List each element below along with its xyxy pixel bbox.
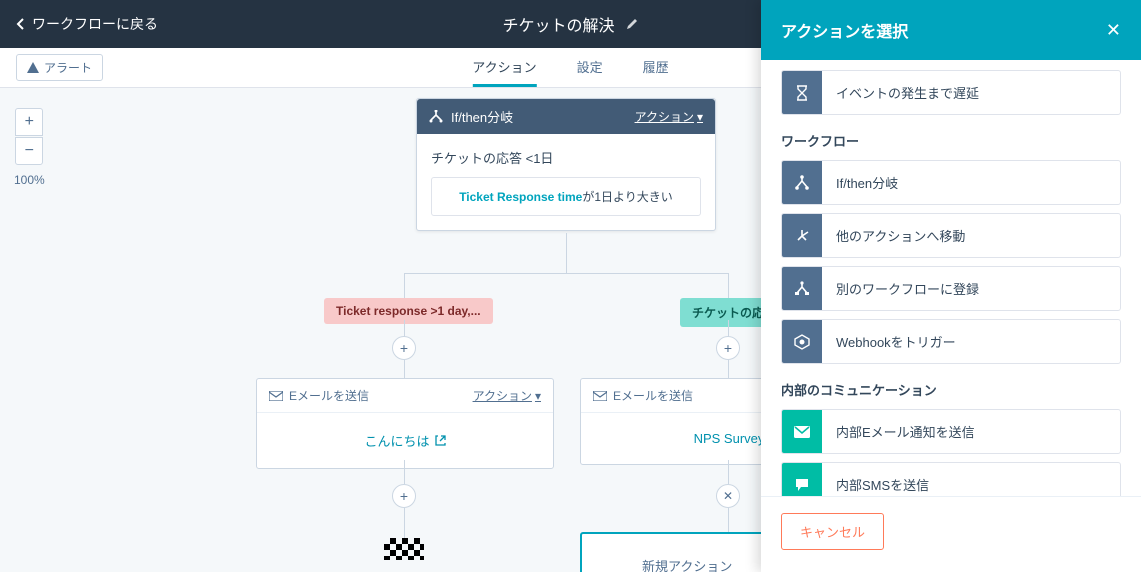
action-picker-panel: アクションを選択 ✕ イベントの発生まで遅延 ワークフロー If/then分岐 … [761,0,1141,572]
caret-down-icon: ▾ [535,389,541,403]
panel-footer: キャンセル [761,496,1141,572]
panel-title: アクションを選択 [781,18,908,42]
branch-icon [429,110,443,124]
branch-node-body: チケットの応答 <1日 Ticket Response timeが1日より大きい [417,134,715,230]
mail-icon [593,391,607,401]
branch-label-left[interactable]: Ticket response >1 day,... [324,298,493,324]
action-label: 内部SMSを送信 [822,463,943,496]
email-body-text: こんにちは [364,431,429,450]
action-label: イベントの発生まで遅延 [822,71,993,114]
branch-node-header: If/then分岐 アクション ▾ [417,99,715,134]
branch-node[interactable]: If/then分岐 アクション ▾ チケットの応答 <1日 Ticket Res… [416,98,716,231]
connector-line [728,273,729,298]
action-option-enroll[interactable]: 別のワークフローに登録 [781,266,1121,311]
panel-header: アクションを選択 ✕ [761,0,1141,60]
webhook-icon [782,320,822,363]
connector-line [404,460,405,484]
action-option-goto[interactable]: 他のアクションへ移動 [781,213,1121,258]
tab-history[interactable]: 履歴 [643,48,669,87]
close-icon[interactable]: ✕ [1106,20,1121,41]
section-title-workflow: ワークフロー [781,131,1121,150]
action-label: Webhookをトリガー [822,320,970,363]
add-action-button[interactable]: + [392,484,416,508]
email-body-text: NPS Survey [694,431,765,446]
caret-down-icon: ▾ [697,110,703,124]
action-label: If/then分岐 [822,161,912,204]
page-title-text: チケットの解決 [502,12,614,36]
external-link-icon [435,435,446,446]
condition-suffix: が1日より大きい [582,190,672,204]
mail-icon [782,410,822,453]
action-label: 内部Eメール通知を送信 [822,410,989,453]
branch-action-label: アクション [635,108,694,125]
action-option-branch[interactable]: If/then分岐 [781,160,1121,205]
connector-line [404,360,405,378]
back-link[interactable]: ワークフローに戻る [16,14,158,34]
email-action-label: アクション [473,387,532,404]
alert-label: アラート [44,59,92,76]
branch-action-menu[interactable]: アクション ▾ [635,108,703,125]
action-label: 他のアクションへ移動 [822,214,979,257]
jump-icon [782,214,822,257]
hourglass-icon [782,71,822,114]
connector-line [728,508,729,532]
tab-settings[interactable]: 設定 [577,48,603,87]
branch-type-label: If/then分岐 [451,107,513,126]
chat-icon [782,463,822,496]
cancel-button[interactable]: キャンセル [781,513,884,550]
mail-icon [269,391,283,401]
new-action-label: 新規アクション [642,559,732,572]
tabs: アクション 設定 履歴 [472,48,668,87]
condition-field: Ticket Response time [459,190,582,204]
email-body-left[interactable]: こんにちは [257,413,553,468]
branch-condition[interactable]: Ticket Response timeが1日より大きい [431,177,701,216]
email-header-label: Eメールを送信 [289,387,369,404]
email-action-menu[interactable]: アクション ▾ [473,387,541,404]
branch-body-title: チケットの応答 <1日 [431,148,701,167]
zoom-out-button[interactable]: − [15,137,43,165]
email-node-header: Eメールを送信 アクション ▾ [257,379,553,413]
workflow-end-marker [384,538,424,560]
action-option-internal-sms[interactable]: 内部SMSを送信 [781,462,1121,496]
back-label: ワークフローに戻る [32,14,158,34]
action-option-webhook[interactable]: Webhookをトリガー [781,319,1121,364]
zoom-level: 100% [14,173,45,187]
connector-line [728,360,729,378]
connector-line [404,273,728,274]
add-action-button[interactable]: + [716,336,740,360]
connector-line [404,273,405,298]
action-option-internal-email[interactable]: 内部Eメール通知を送信 [781,409,1121,454]
section-title-internal: 内部のコミュニケーション [781,380,1121,399]
action-option-delay-event[interactable]: イベントの発生まで遅延 [781,70,1121,115]
add-action-button[interactable]: + [392,336,416,360]
remove-action-button[interactable]: ✕ [716,484,740,508]
panel-body: イベントの発生まで遅延 ワークフロー If/then分岐 他のアクションへ移動 … [761,60,1141,496]
tab-actions[interactable]: アクション [472,48,536,87]
enroll-icon [782,267,822,310]
warning-icon [27,62,39,73]
page-title: チケットの解決 [502,12,638,36]
email-header-label: Eメールを送信 [613,387,693,404]
pencil-icon[interactable] [625,17,639,31]
chevron-left-icon [16,18,26,30]
connector-line [566,233,567,273]
branch-icon [782,161,822,204]
email-node-left[interactable]: Eメールを送信 アクション ▾ こんにちは [256,378,554,469]
connector-line [728,460,729,484]
zoom-in-button[interactable]: + [15,108,43,136]
alert-button[interactable]: アラート [16,54,103,81]
zoom-controls: + − 100% [14,108,45,187]
action-label: 別のワークフローに登録 [822,267,993,310]
